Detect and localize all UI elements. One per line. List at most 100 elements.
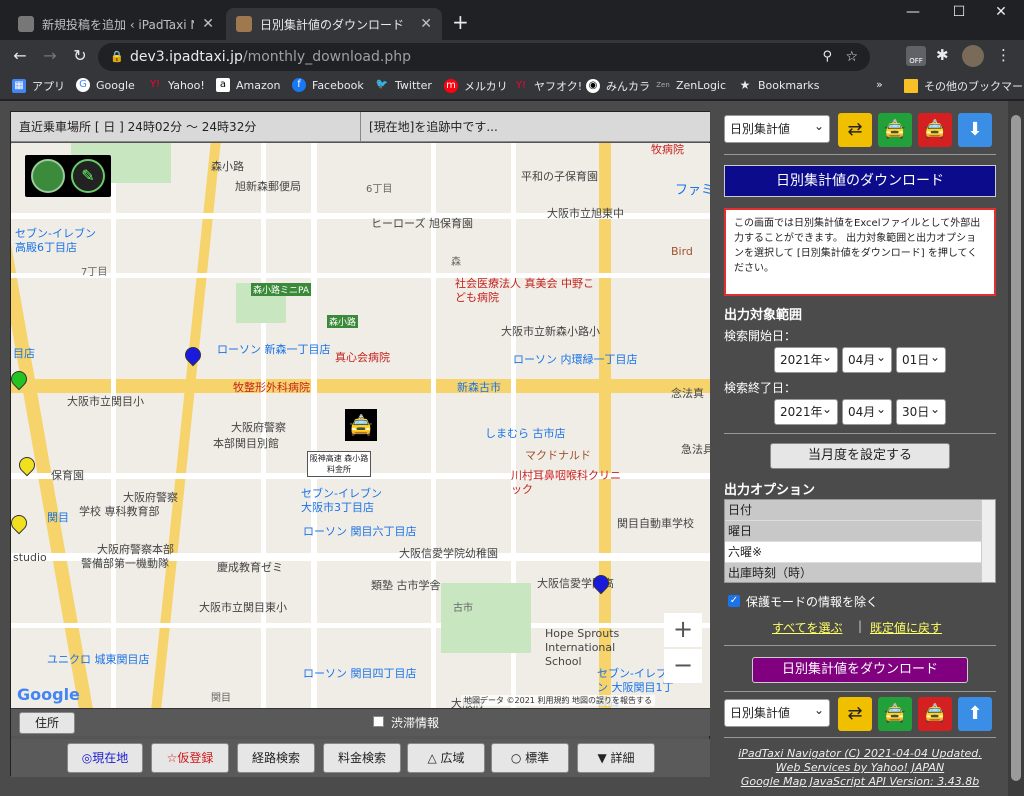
wordpress-favicon-icon — [18, 16, 34, 32]
map-label: 保育園 — [51, 469, 84, 482]
bookmark-zenlogic[interactable]: Zen ZenLogic — [656, 78, 726, 92]
start-year-select[interactable]: 2021年 — [774, 345, 838, 373]
refresh-icon[interactable]: ⇄ — [838, 697, 872, 731]
current-location-button[interactable]: ◎現在地 — [67, 743, 143, 773]
address-button[interactable]: 住所 — [19, 712, 75, 734]
bookmarks-bar: ▦ アプリ G Google Y! Yahoo! a Amazon f Facebook … — [0, 72, 1024, 100]
new-tab-button[interactable]: + — [452, 10, 469, 34]
menu-kebab-icon[interactable]: ⋮ — [996, 46, 1011, 64]
map-label: 新森古市 — [457, 381, 501, 394]
blue-pin-icon[interactable] — [589, 571, 613, 597]
zenlogic-icon: Zen — [656, 81, 670, 89]
green-pin-icon[interactable] — [11, 367, 31, 393]
close-tab-icon[interactable]: ✕ — [202, 16, 214, 32]
layers-icon[interactable] — [31, 159, 65, 193]
mode-select-top[interactable]: 日別集計値 — [724, 113, 830, 143]
option-item[interactable]: 曜日 — [725, 521, 995, 542]
blue-pin-icon[interactable] — [181, 343, 205, 369]
reset-defaults-link[interactable]: 既定値に戻す — [870, 619, 942, 636]
bookmark-amazon[interactable]: a Amazon — [216, 78, 280, 92]
green-car-icon[interactable]: 🚖 — [878, 697, 912, 731]
bookmark-label: Amazon — [236, 78, 281, 92]
bookmark-facebook[interactable]: f Facebook — [292, 78, 364, 92]
bookmark-bookmarks[interactable]: ★ Bookmarks — [738, 78, 820, 92]
bookmark-yahoo[interactable]: Y! Yahoo! — [148, 78, 205, 92]
bookmark-twitter[interactable]: 🐦 Twitter — [375, 78, 432, 92]
flashlight-icon[interactable]: ✎ — [71, 159, 105, 193]
zoom-out-button[interactable]: − — [664, 649, 702, 683]
map-bottom-bar: 住所 渋滞情報 — [11, 708, 710, 736]
red-car-icon[interactable]: 🚖 — [918, 697, 952, 731]
footer-line[interactable]: Web Services by Yahoo! JAPAN — [724, 761, 996, 775]
scrollbar-thumb[interactable] — [1011, 115, 1021, 781]
bookmark-google[interactable]: G Google — [76, 78, 135, 92]
bookmark-apps[interactable]: ▦ アプリ — [12, 78, 65, 94]
taxi-icon[interactable]: 🚖 — [345, 409, 377, 441]
green-car-icon[interactable]: 🚖 — [878, 113, 912, 147]
footer-line[interactable]: iPadTaxi Navigator (C) 2021-04-04 Update… — [724, 747, 996, 761]
fare-search-button[interactable]: 料金検索 — [323, 743, 401, 773]
bookmarks-overflow-icon[interactable]: » — [876, 78, 883, 91]
back-icon[interactable]: ← — [8, 46, 32, 65]
refresh-icon[interactable]: ⇄ — [838, 113, 872, 147]
map-label: 森 — [451, 257, 461, 268]
upload-arrow-icon[interactable]: ⬆ — [958, 697, 992, 731]
select-all-link[interactable]: すべてを選ぶ — [772, 619, 842, 636]
yellow-pin-icon[interactable] — [11, 511, 31, 537]
temp-register-button[interactable]: ☆仮登録 — [151, 743, 229, 773]
option-item[interactable]: 出庫時刻（時） — [725, 563, 995, 582]
output-options-list[interactable]: 日付 曜日 六曜※ 出庫時刻（時） — [724, 499, 996, 583]
protect-mode-checkbox[interactable]: ✓ — [728, 595, 740, 607]
zoom-in-button[interactable]: + — [664, 613, 702, 647]
wide-area-button[interactable]: △ 広域 — [407, 743, 485, 773]
forward-icon[interactable]: → — [38, 46, 62, 65]
divider — [724, 433, 996, 434]
option-item[interactable]: 日付 — [725, 500, 995, 521]
detail-button[interactable]: ▼ 詳細 — [577, 743, 655, 773]
end-month-select[interactable]: 04月 — [842, 397, 892, 425]
tab-daily-download[interactable]: 日別集計値のダウンロード ✕ — [226, 8, 442, 40]
route-search-button[interactable]: 経路検索 — [237, 743, 315, 773]
bookmark-other[interactable]: その他のブックマーク — [904, 78, 1024, 94]
tab-new-post[interactable]: 新規投稿を追加 ‹ iPadTaxi Navigato ✕ — [8, 8, 224, 40]
start-month-select[interactable]: 04月 — [842, 345, 892, 373]
download-arrow-icon[interactable]: ⬇ — [958, 113, 992, 147]
set-current-month-button[interactable]: 当月度を設定する — [770, 443, 950, 469]
water-area — [11, 143, 12, 144]
footer-line[interactable]: Google Map JavaScript API Version: 3.43.… — [724, 775, 996, 789]
mode-select-bottom[interactable]: 日別集計値 — [724, 697, 830, 727]
traffic-checkbox[interactable] — [373, 716, 384, 727]
yellow-pin-icon[interactable] — [15, 453, 39, 479]
extension-off-icon[interactable]: OFF — [906, 46, 926, 66]
google-map[interactable]: 森小路 旭新森郵便局 平和の子保育園 セブン-イレブン 高殿6丁目店 ヒーローズ… — [11, 143, 710, 708]
map-tools: ✎ — [25, 155, 111, 197]
end-year-select[interactable]: 2021年 — [774, 397, 838, 425]
bookmark-mercari[interactable]: m メルカリ — [444, 78, 508, 94]
close-tab-icon[interactable]: ✕ — [420, 16, 432, 32]
map-attribution: 地図データ ©2021 利用規約 地図の誤りを報告する — [461, 695, 655, 706]
bookmark-star-icon[interactable]: ☆ — [845, 43, 858, 71]
location-icon[interactable]: ⚲ — [822, 43, 832, 71]
page-scrollbar[interactable] — [1008, 101, 1024, 796]
bookmark-yafuoku[interactable]: Y! ヤフオク! — [514, 78, 582, 94]
map-label: 大阪市立関目小 — [67, 395, 144, 408]
standard-button[interactable]: ○ 標準 — [491, 743, 569, 773]
profile-avatar[interactable] — [962, 45, 984, 67]
page: 直近乗車場所 [ 日 ] 24時02分 〜 24時32分 [現在地]を追跡中です… — [0, 101, 1024, 796]
option-item[interactable]: 六曜※ — [725, 542, 995, 563]
address-bar[interactable]: 🔒 dev3.ipadtaxi.jp/monthly_download.php … — [98, 43, 870, 71]
folder-icon — [904, 79, 918, 93]
listbox-scrollbar[interactable] — [981, 500, 995, 582]
extensions-puzzle-icon[interactable]: ✱ — [936, 46, 949, 64]
reload-icon[interactable]: ↻ — [68, 46, 92, 65]
map-label: ユニクロ 城東関目店 — [47, 653, 150, 666]
bookmark-minkara[interactable]: ◉ みんカラ — [586, 78, 650, 94]
window-close-icon[interactable]: ✕ — [978, 4, 1024, 20]
red-car-icon[interactable]: 🚖 — [918, 113, 952, 147]
maximize-icon[interactable]: ☐ — [936, 4, 982, 20]
url-host: dev3.ipadtaxi.jp — [130, 49, 243, 65]
minimize-icon[interactable]: — — [890, 4, 936, 20]
download-daily-button[interactable]: 日別集計値をダウンロード — [752, 657, 968, 683]
start-day-select[interactable]: 01日 — [896, 345, 946, 373]
end-day-select[interactable]: 30日 — [896, 397, 946, 425]
